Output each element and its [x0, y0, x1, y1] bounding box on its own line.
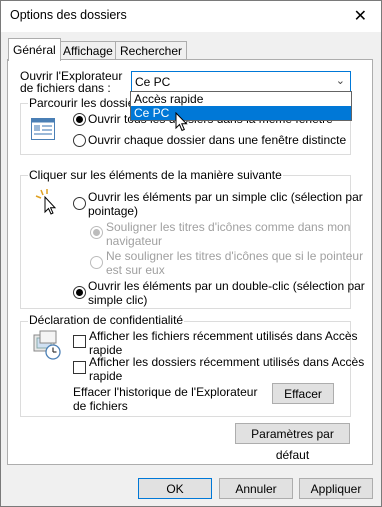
recent-folders-label-line1: Afficher les dossiers récemment utilisés… [89, 355, 365, 369]
recent-files-label-line1: Afficher les fichiers récemment utilisés… [89, 329, 358, 343]
privacy-label: Déclaration de confidentialité [28, 313, 185, 327]
window-title: Options des dossiers [10, 8, 127, 22]
double-click-label-line1: Ouvrir les éléments par un double-clic (… [88, 279, 365, 293]
title-bar: Options des dossiers ✕ [1, 1, 381, 32]
checkbox-recent-folders[interactable] [73, 361, 86, 374]
window-icon [31, 118, 55, 140]
option-new-window-label: Ouvrir chaque dossier dans une fenêtre d… [88, 133, 347, 147]
radio-new-window[interactable] [73, 134, 86, 147]
close-icon[interactable]: ✕ [354, 6, 367, 26]
open-explorer-selected-value: Ce PC [135, 75, 171, 89]
radio-underline-hover [90, 256, 103, 269]
open-explorer-dropdown-list: Accès rapide Ce PC [130, 91, 352, 121]
tab-search[interactable]: Rechercher [115, 41, 188, 60]
apply-button[interactable]: Appliquer [299, 478, 373, 499]
recent-folders-label-line2: rapide [89, 369, 123, 383]
underline-browser-label-line1: Souligner les titres d'icônes comme dans… [106, 220, 351, 234]
chevron-down-icon: ⌄ [335, 75, 345, 87]
radio-double-click[interactable] [73, 286, 86, 299]
ok-button[interactable]: OK [138, 478, 212, 499]
cancel-button[interactable]: Annuler [219, 478, 293, 499]
open-explorer-select[interactable]: Ce PC ⌄ [131, 71, 351, 93]
browse-folders-label: Parcourir les dossiers [28, 96, 146, 110]
tab-view[interactable]: Affichage [58, 41, 118, 60]
click-items-label: Cliquer sur les éléments de la manière s… [28, 168, 283, 182]
clear-history-label-line2: de fichiers [73, 399, 128, 413]
underline-browser-label-line2: navigateur [106, 234, 163, 248]
radio-single-click[interactable] [73, 197, 86, 210]
recent-files-icon [33, 330, 61, 360]
tab-general[interactable]: Général [8, 38, 61, 61]
double-click-label-line2: simple clic) [88, 293, 148, 307]
underline-hover-label-line1: Ne souligner les titres d'icônes que si … [106, 249, 364, 263]
single-click-label-line1: Ouvrir les éléments par un simple clic (… [88, 190, 363, 204]
clear-history-button[interactable]: Effacer [272, 383, 334, 404]
dropdown-option-this-pc[interactable]: Ce PC [131, 106, 351, 120]
single-click-label-line2: pointage) [88, 204, 139, 218]
checkbox-recent-files[interactable] [73, 335, 86, 348]
dropdown-option-quick-access[interactable]: Accès rapide [131, 92, 351, 106]
underline-hover-label-line2: est sur eux [106, 263, 165, 277]
radio-underline-browser [90, 226, 103, 239]
mouse-cursor-icon [175, 112, 188, 132]
restore-defaults-button[interactable]: Paramètres par défaut [235, 423, 350, 462]
open-explorer-label-line2: de fichiers dans : [20, 81, 111, 95]
pointer-click-icon [35, 189, 57, 215]
radio-same-window[interactable] [73, 113, 86, 126]
clear-history-label-line1: Effacer l'historique de l'Explorateur [73, 385, 258, 399]
